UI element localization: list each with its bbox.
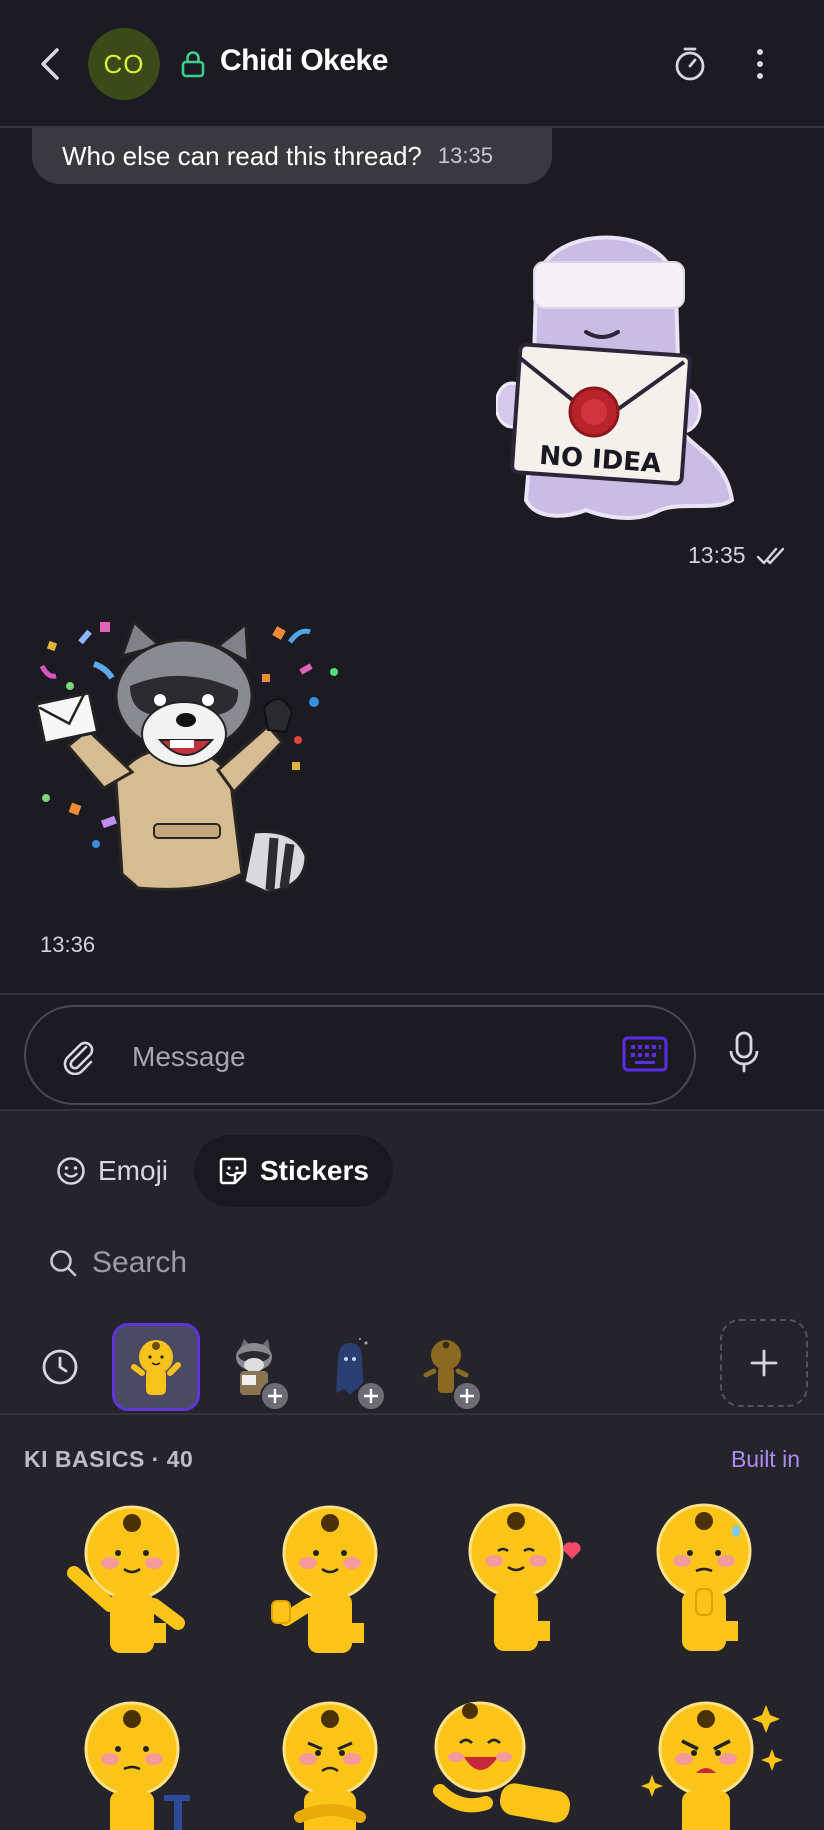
- message-text: Who else can read this thread?: [62, 140, 422, 171]
- contact-name[interactable]: Chidi Okeke: [220, 44, 388, 78]
- double-check-icon: [756, 547, 785, 565]
- tab-label: Stickers: [260, 1155, 369, 1186]
- plus-icon: [460, 1389, 474, 1403]
- attach-button[interactable]: [58, 1035, 98, 1076]
- sticker-ki-furious[interactable]: [636, 1691, 796, 1830]
- add-pack-badge[interactable]: [260, 1381, 290, 1411]
- sticker-pack-bar: [0, 1311, 824, 1415]
- sticker-ki-wave[interactable]: [52, 1493, 212, 1663]
- plus-icon: [268, 1389, 282, 1403]
- sticker-ki-angry-arms-crossed[interactable]: [250, 1691, 410, 1830]
- message-time: 13:35: [437, 143, 493, 168]
- recent-stickers-button[interactable]: [16, 1323, 104, 1411]
- add-sticker-pack-button[interactable]: [720, 1319, 808, 1407]
- sticker-ki-thumbs-up[interactable]: [250, 1493, 410, 1663]
- sticker-search: [48, 1239, 692, 1287]
- message-time: 13:36: [40, 932, 96, 957]
- tab-label: Emoji: [98, 1155, 169, 1186]
- disappearing-timer-button[interactable]: [670, 44, 710, 84]
- incoming-message-bubble[interactable]: Who else can read this thread? 13:35: [32, 128, 552, 184]
- composer-area: [0, 993, 824, 1111]
- back-button[interactable]: [30, 40, 70, 88]
- sticker-pack-ghost[interactable]: [306, 1323, 394, 1411]
- clock-icon: [42, 1349, 78, 1385]
- smiley-icon: [57, 1157, 85, 1185]
- plus-icon: [750, 1349, 778, 1377]
- add-pack-badge[interactable]: [356, 1381, 386, 1411]
- avatar-initials: CO: [103, 48, 145, 79]
- sticker-pack-ki-basics[interactable]: [112, 1323, 200, 1411]
- microphone-icon: [729, 1031, 759, 1073]
- sticker-ki-pump[interactable]: [52, 1691, 212, 1830]
- back-arrow-icon: [41, 48, 59, 80]
- tab-emoji[interactable]: Emoji: [32, 1135, 192, 1207]
- sticker-pack-title: KI BASICS · 40: [24, 1446, 194, 1472]
- search-icon: [50, 1250, 77, 1277]
- tab-stickers[interactable]: Stickers: [194, 1135, 393, 1207]
- disappearing-timer-icon: [675, 47, 705, 81]
- sticker-pack-raccoon[interactable]: [210, 1323, 298, 1411]
- chat-header: CO Chidi Okeke: [0, 0, 824, 128]
- sticker-panel: Emoji Stickers KI BASICS · 40: [0, 1111, 824, 1830]
- sticker-pack-gold[interactable]: [402, 1323, 490, 1411]
- sticker-ki-please[interactable]: [644, 1493, 804, 1663]
- built-in-label: Built in: [730, 1446, 800, 1472]
- lock-icon: [181, 51, 205, 78]
- raccoon-confetti-sticker[interactable]: [34, 612, 374, 898]
- ki-pack-thumbnail-icon: [131, 1340, 181, 1395]
- avatar[interactable]: CO: [88, 28, 160, 100]
- plus-icon: [364, 1389, 378, 1403]
- more-vertical-icon: [757, 49, 763, 79]
- sticker-icon: [219, 1157, 247, 1185]
- sticker-search-input[interactable]: [92, 1246, 692, 1280]
- sticker-ki-love[interactable]: [446, 1493, 606, 1663]
- ghost-no-idea-sticker[interactable]: NO IDEA: [496, 200, 756, 530]
- message-time: 13:35: [688, 542, 746, 568]
- message-input[interactable]: [132, 1037, 512, 1077]
- voice-note-button[interactable]: [724, 1029, 764, 1077]
- message-composer: [24, 1005, 696, 1105]
- sticker-ki-laughing-lying[interactable]: [430, 1691, 590, 1830]
- add-pack-badge[interactable]: [452, 1381, 482, 1411]
- more-options-button[interactable]: [746, 44, 774, 84]
- keyboard-icon: [622, 1036, 668, 1072]
- keyboard-toggle-button[interactable]: [622, 1035, 668, 1073]
- paperclip-icon: [63, 1041, 94, 1076]
